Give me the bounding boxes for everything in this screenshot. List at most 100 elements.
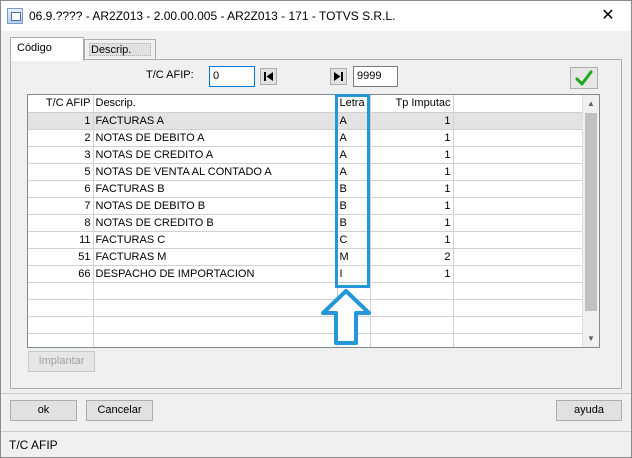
cell-tc-afip[interactable]: 3 [28, 146, 94, 164]
cell-descrip[interactable]: NOTAS DE VENTA AL CONTADO A [93, 163, 338, 181]
cell-tp-imputac[interactable]: 1 [370, 231, 454, 249]
last-record-button[interactable] [330, 68, 347, 85]
table-row[interactable]: 51 FACTURAS MM2 [28, 248, 583, 266]
cell-tp-imputac[interactable]: 2 [370, 248, 454, 266]
data-grid[interactable]: T/C AFIP Descrip. Letra Tp Imputac 1 FACT… [27, 94, 600, 348]
cell-empty [453, 180, 583, 198]
cell-tp-imputac[interactable]: 1 [370, 214, 454, 232]
empty-row [28, 316, 583, 334]
app-icon [7, 8, 23, 24]
cell-descrip[interactable]: FACTURAS B [93, 180, 338, 198]
help-button[interactable]: ayuda [556, 400, 622, 421]
window-title: 06.9.???? - AR2Z013 - 2.00.00.005 - AR2Z… [29, 9, 396, 23]
cell-empty [453, 129, 583, 147]
cell-letra[interactable]: B [337, 214, 371, 232]
column-header-tc-afip[interactable]: T/C AFIP [28, 95, 94, 113]
cell-tp-imputac[interactable]: 1 [370, 197, 454, 215]
empty-row [28, 299, 583, 317]
table-row[interactable]: 6 FACTURAS BB1 [28, 180, 583, 198]
dialog-window: 06.9.???? - AR2Z013 - 2.00.00.005 - AR2Z… [0, 0, 632, 458]
cell-descrip[interactable]: NOTAS DE CREDITO A [93, 146, 338, 164]
ok-button[interactable]: ok [10, 400, 77, 421]
cell-blank [93, 299, 338, 317]
cell-letra[interactable]: B [337, 180, 371, 198]
cell-empty [453, 231, 583, 249]
cell-blank [93, 316, 338, 334]
table-row[interactable]: 5 NOTAS DE VENTA AL CONTADO AA1 [28, 163, 583, 181]
cell-tc-afip[interactable]: 11 [28, 231, 94, 249]
vertical-scrollbar[interactable]: ▲ ▼ [582, 95, 599, 347]
cell-descrip[interactable]: NOTAS DE CREDITO B [93, 214, 338, 232]
cell-empty [453, 248, 583, 266]
column-header-tp-imputac[interactable]: Tp Imputac [370, 95, 454, 113]
cell-letra[interactable]: A [337, 146, 371, 164]
column-header-descrip[interactable]: Descrip. [93, 95, 338, 113]
cell-tp-imputac[interactable]: 1 [370, 265, 454, 283]
cell-tc-afip[interactable]: 7 [28, 197, 94, 215]
cell-blank [93, 282, 338, 300]
cell-descrip[interactable]: FACTURAS A [93, 112, 338, 130]
cell-blank [453, 299, 583, 317]
cell-descrip[interactable]: NOTAS DE DEBITO A [93, 129, 338, 147]
cell-letra[interactable]: A [337, 129, 371, 147]
cell-tc-afip[interactable]: 66 [28, 265, 94, 283]
cell-blank [453, 316, 583, 334]
footer-divider [1, 393, 631, 394]
cell-descrip[interactable]: NOTAS DE DEBITO B [93, 197, 338, 215]
tab-codigo-label: Código [17, 42, 52, 54]
cell-empty [453, 163, 583, 181]
cell-letra[interactable]: B [337, 197, 371, 215]
cell-tp-imputac[interactable]: 1 [370, 146, 454, 164]
cell-letra[interactable]: A [337, 112, 371, 130]
cell-empty [453, 214, 583, 232]
cell-tp-imputac[interactable]: 1 [370, 180, 454, 198]
cell-tc-afip[interactable]: 8 [28, 214, 94, 232]
table-row[interactable]: 11 FACTURAS CC1 [28, 231, 583, 249]
table-row[interactable]: 1 FACTURAS AA1 [28, 112, 583, 130]
cell-descrip[interactable]: FACTURAS M [93, 248, 338, 266]
cell-blank [28, 282, 94, 300]
cell-tc-afip[interactable]: 51 [28, 248, 94, 266]
cell-blank [370, 299, 454, 317]
cell-tp-imputac[interactable]: 1 [370, 129, 454, 147]
grid-table: T/C AFIP Descrip. Letra Tp Imputac 1 FACT… [28, 95, 583, 347]
cell-letra[interactable]: C [337, 231, 371, 249]
cell-letra[interactable]: I [337, 265, 371, 283]
table-row[interactable]: 2 NOTAS DE DEBITO AA1 [28, 129, 583, 147]
tc-afip-to-input[interactable]: 9999 [353, 66, 398, 87]
cell-empty [453, 197, 583, 215]
confirm-filter-button[interactable] [570, 67, 598, 89]
close-button[interactable]: ✕ [585, 1, 631, 31]
tc-afip-from-input[interactable]: 0 [209, 66, 255, 87]
cell-tp-imputac[interactable]: 1 [370, 112, 454, 130]
table-row[interactable]: 66 DESPACHO DE IMPORTACION I 1 [28, 265, 583, 283]
scroll-thumb[interactable] [585, 113, 597, 311]
first-record-button[interactable] [260, 68, 277, 85]
cell-tc-afip[interactable]: 2 [28, 129, 94, 147]
cell-tc-afip[interactable]: 6 [28, 180, 94, 198]
title-bar[interactable]: 06.9.???? - AR2Z013 - 2.00.00.005 - AR2Z… [1, 1, 631, 31]
tab-descrip[interactable]: Descrip. [84, 39, 156, 59]
cell-tc-afip[interactable]: 1 [28, 112, 94, 130]
cell-tp-imputac[interactable]: 1 [370, 163, 454, 181]
table-row[interactable]: 8 NOTAS DE CREDITO BB1 [28, 214, 583, 232]
implantar-button[interactable]: Implantar [28, 351, 95, 372]
empty-row [28, 333, 583, 347]
cancel-button[interactable]: Cancelar [86, 400, 153, 421]
table-row[interactable]: 3 NOTAS DE CREDITO AA1 [28, 146, 583, 164]
status-text: T/C AFIP [9, 438, 58, 452]
cell-descrip[interactable]: DESPACHO DE IMPORTACION [93, 265, 338, 283]
skip-last-icon [334, 72, 343, 81]
cell-empty [453, 146, 583, 164]
scroll-down-icon[interactable]: ▼ [583, 330, 599, 347]
cell-letra[interactable]: A [337, 163, 371, 181]
cell-letra[interactable]: M [337, 248, 371, 266]
table-row[interactable]: 7 NOTAS DE DEBITO BB1 [28, 197, 583, 215]
column-header-letra[interactable]: Letra [337, 95, 371, 113]
cell-tc-afip[interactable]: 5 [28, 163, 94, 181]
tab-codigo[interactable]: Código [10, 37, 84, 61]
scroll-up-icon[interactable]: ▲ [583, 95, 599, 112]
cell-descrip[interactable]: FACTURAS C [93, 231, 338, 249]
cell-blank [370, 316, 454, 334]
cell-empty [453, 112, 583, 130]
